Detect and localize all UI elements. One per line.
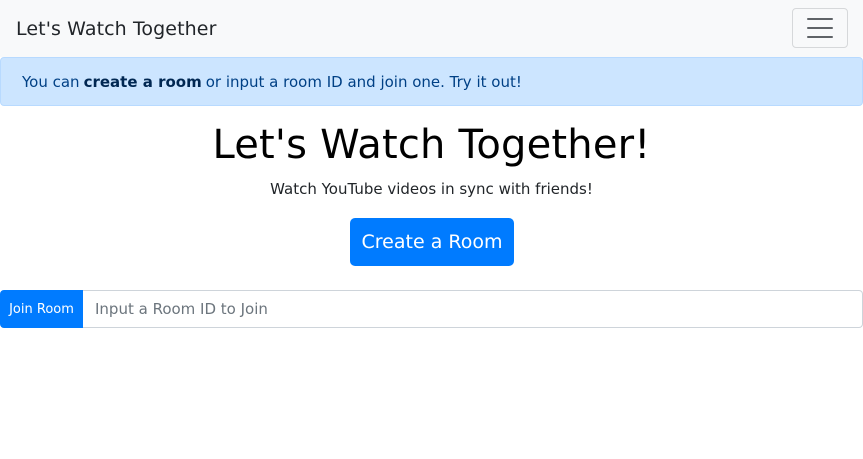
page-subtitle: Watch YouTube videos in sync with friend…: [270, 180, 593, 198]
alert-prefix: You can: [22, 72, 80, 91]
alert-suffix: or input a room ID and join one. Try it …: [205, 72, 522, 91]
room-id-input[interactable]: [83, 290, 863, 328]
join-room-group: Join Room: [0, 290, 863, 328]
navbar-brand[interactable]: Let's Watch Together: [16, 18, 217, 40]
hamburger-menu-icon-line: [807, 36, 833, 38]
info-alert: You can create a room or input a room ID…: [0, 57, 863, 106]
hamburger-menu-icon-line: [807, 27, 833, 29]
alert-create-room-link[interactable]: create a room: [84, 73, 202, 91]
join-room-button[interactable]: Join Room: [0, 290, 83, 328]
create-room-button[interactable]: Create a Room: [350, 218, 514, 266]
navbar-toggler-button[interactable]: [792, 8, 848, 48]
navbar: Let's Watch Together: [0, 0, 863, 57]
page-title: Let's Watch Together!: [212, 122, 651, 168]
hamburger-menu-icon: [807, 18, 833, 20]
